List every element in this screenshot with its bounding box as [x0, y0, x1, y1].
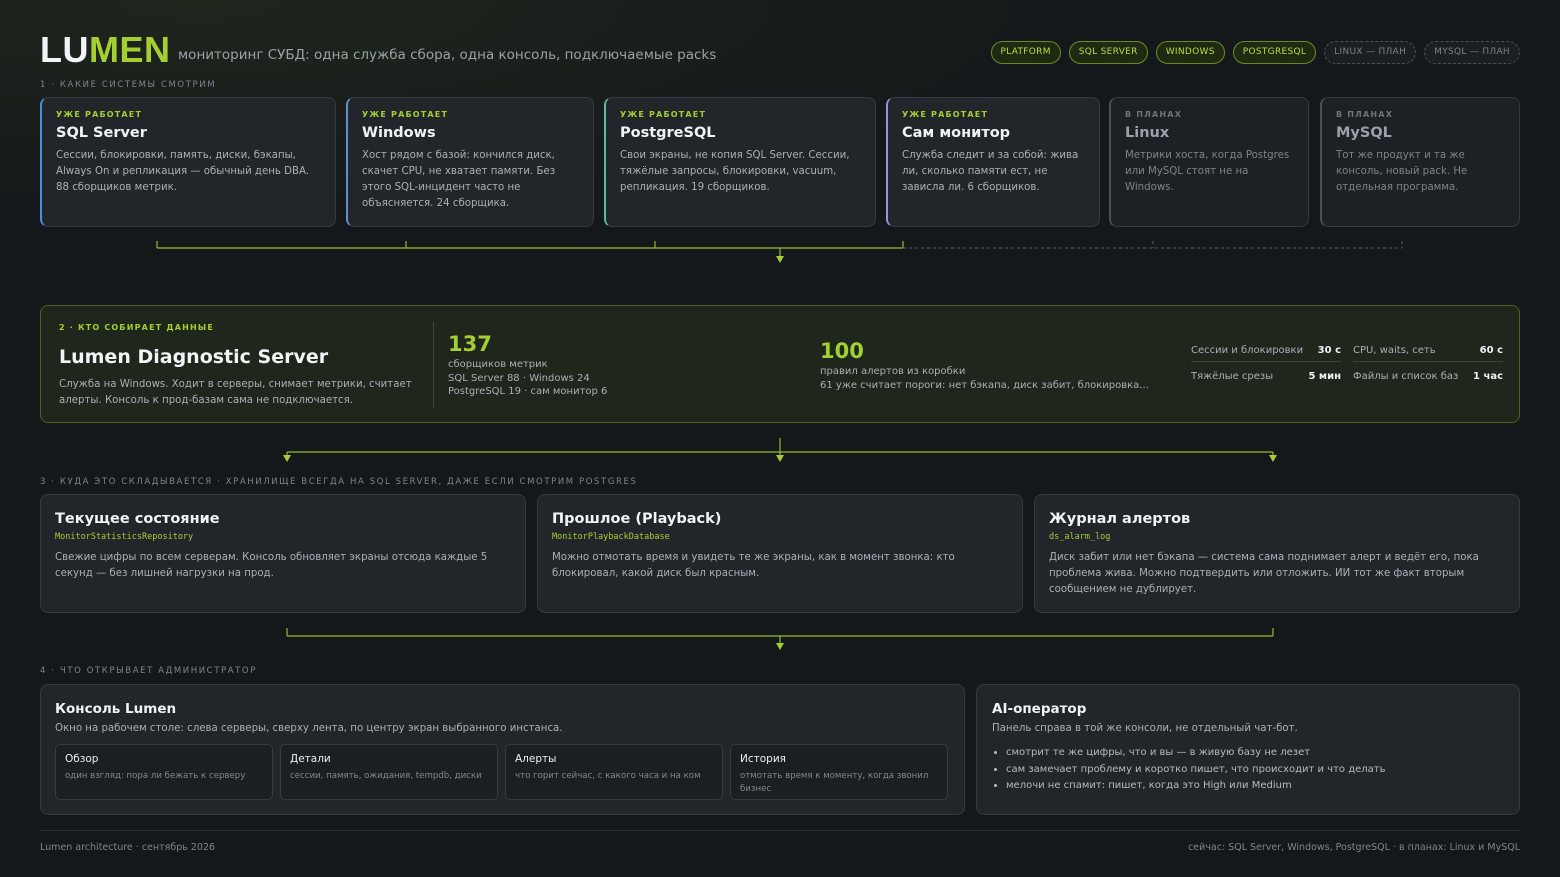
- card-title: Linux: [1125, 125, 1170, 141]
- storage-code: ds_alarm_log: [1049, 532, 1111, 542]
- alert-rules-detail: 61 уже считает пороги: нет бэкапа, диск …: [820, 379, 1149, 391]
- interval-item: Сессии и блокировки 30 с: [1191, 345, 1341, 362]
- chip-windows: WINDOWS: [1155, 41, 1225, 64]
- collector-title: Lumen Diagnostic Server: [59, 346, 329, 368]
- section-4-label: 4 · что открывает администратор: [40, 666, 257, 676]
- card-title: MySQL: [1336, 125, 1392, 141]
- section-1-label: 1 · какие системы смотрим: [40, 80, 217, 90]
- card-desc: Служба следит и за собой: жива ли, сколь…: [902, 150, 1079, 193]
- storage-desc: Свежие цифры по всем серверам. Консоль о…: [55, 552, 488, 579]
- storage-code: MonitorPlaybackDatabase: [552, 532, 670, 542]
- view-history: История отмотать время к моменту, когда …: [730, 744, 948, 800]
- collectors-label: сборщиков метрик: [448, 359, 548, 370]
- card-tag: уже работает: [56, 110, 143, 119]
- card-title: PostgreSQL: [620, 125, 716, 141]
- console-desc: Окно на рабочем столе: слева серверы, св…: [55, 723, 563, 734]
- console-title: Консоль Lumen: [55, 701, 177, 717]
- interval-row: Тяжёлые срезы 5 мин Файлы и список баз 1 ч…: [1191, 365, 1503, 388]
- chip-sql-server: SQL SERVER: [1068, 41, 1148, 64]
- footer-divider: [40, 830, 1520, 831]
- card-tag: уже работает: [620, 110, 707, 119]
- storage-desc: Можно отмотать время и увидеть те же экр…: [552, 552, 955, 579]
- alert-rules-count: 100: [820, 339, 864, 363]
- storage-card-playback: Прошлое (Playback) MonitorPlaybackDataba…: [537, 494, 1023, 613]
- collectors-stat: 137 сборщиков метрик SQL Server 88 · Win…: [448, 332, 607, 399]
- interval-row: Сессии и блокировки 30 с CPU, waits, сеть…: [1191, 342, 1503, 365]
- collectors-breakdown-1: SQL Server 88 · Windows 24: [448, 372, 590, 384]
- system-card-mysql: в планах MySQL Тот же продукт и та же ко…: [1320, 97, 1520, 227]
- lumen-logo: LUMEN: [40, 30, 171, 70]
- logo-part-a: LU: [40, 29, 89, 70]
- storage-card-alarm-log: Журнал алертов ds_alarm_log Диск забит и…: [1034, 494, 1520, 613]
- card-desc: Сессии, блокировки, память, диски, бэкап…: [56, 150, 310, 193]
- collector-panel: 2 · кто собирает данные Lumen Diagnostic…: [40, 305, 1520, 423]
- footer-right: сейчас: SQL Server, Windows, PostgreSQL …: [1188, 842, 1520, 853]
- ai-points: смотрит те же цифры, что и вы — в живую …: [992, 745, 1504, 795]
- storage-title: Журнал алертов: [1049, 511, 1191, 527]
- storage-code: MonitorStatisticsRepository: [55, 532, 194, 542]
- card-title: Сам монитор: [902, 125, 1011, 141]
- storage-title: Текущее состояние: [55, 511, 220, 527]
- card-title: SQL Server: [56, 125, 147, 141]
- card-tag: в планах: [1125, 110, 1183, 119]
- section-3-label: 3 · куда это складывается · хранилище вс…: [40, 477, 638, 487]
- chip-postgresql: POSTGRESQL: [1232, 41, 1317, 64]
- storage-title: Прошлое (Playback): [552, 511, 722, 527]
- card-desc: Свои экраны, не копия SQL Server. Сессии…: [620, 150, 850, 193]
- system-card-sql-server: уже работает SQL Server Сессии, блокиров…: [40, 97, 336, 227]
- system-card-postgresql: уже работает PostgreSQL Свои экраны, не …: [604, 97, 876, 227]
- card-desc: Метрики хоста, когда Postgres или MySQL …: [1125, 150, 1290, 193]
- interval-item: Тяжёлые срезы 5 мин: [1191, 371, 1341, 382]
- ai-point: смотрит те же цифры, что и вы — в живую …: [1006, 745, 1504, 762]
- logo-part-b: MEN: [89, 29, 171, 70]
- section-2-label: 2 · кто собирает данные: [59, 323, 215, 332]
- alerts-stat: 100 правил алертов из коробки 61 уже счи…: [820, 339, 1149, 392]
- view-overview: Обзор один взгляд: пора ли бежать к серв…: [55, 744, 273, 800]
- card-tag: уже работает: [362, 110, 449, 119]
- console-views: Обзор один взгляд: пора ли бежать к серв…: [55, 744, 950, 800]
- interval-item: Файлы и список баз 1 час: [1353, 371, 1503, 382]
- storage-card-current: Текущее состояние MonitorStatisticsRepos…: [40, 494, 526, 613]
- ai-operator-panel: AI-оператор Панель справа в той же консо…: [976, 684, 1520, 815]
- storage-desc: Диск забит или нет бэкапа — система сама…: [1049, 552, 1479, 595]
- card-desc: Тот же продукт и та же консоль, новый pa…: [1336, 150, 1468, 193]
- footer-left: Lumen architecture · сентябрь 2026: [40, 842, 216, 853]
- system-card-linux: в планах Linux Метрики хоста, когда Post…: [1109, 97, 1309, 227]
- card-desc: Хост рядом с базой: кончился диск, скаче…: [362, 150, 556, 209]
- console-panel: Консоль Lumen Окно на рабочем столе: сле…: [40, 684, 965, 815]
- card-title: Windows: [362, 125, 436, 141]
- chip-mysql-plan: MYSQL — ПЛАН: [1424, 41, 1520, 64]
- interval-item: CPU, waits, сеть 60 с: [1353, 345, 1503, 362]
- alert-rules-label: правил алертов из коробки: [820, 366, 966, 377]
- collector-desc: Служба на Windows. Ходит в серверы, сним…: [59, 379, 412, 406]
- chip-platform: PLATFORM: [990, 41, 1061, 64]
- collection-intervals: Сессии и блокировки 30 с CPU, waits, сеть…: [1191, 342, 1503, 388]
- pack-chips: PLATFORM SQL SERVER WINDOWS POSTGRESQL L…: [990, 41, 1520, 64]
- system-card-windows: уже работает Windows Хост рядом с базой:…: [346, 97, 594, 227]
- system-card-self-monitor: уже работает Сам монитор Служба следит и…: [886, 97, 1100, 227]
- view-details: Детали сессии, память, ожидания, tempdb,…: [280, 744, 498, 800]
- collectors-breakdown-2: PostgreSQL 19 · сам монитор 6: [448, 386, 608, 397]
- collector-divider: [433, 322, 434, 408]
- ai-point: сам замечает проблему и коротко пишет, ч…: [1006, 762, 1504, 779]
- ai-desc: Панель справа в той же консоли, не отдел…: [992, 723, 1298, 734]
- card-tag: уже работает: [902, 110, 989, 119]
- tagline: мониторинг СУБД: одна служба сбора, одна…: [178, 47, 717, 63]
- ai-title: AI-оператор: [992, 701, 1087, 717]
- card-tag: в планах: [1336, 110, 1394, 119]
- ai-point: мелочи не спамит: пишет, когда это High …: [1006, 778, 1504, 795]
- view-alerts: Алерты что горит сейчас, с какого часа и…: [505, 744, 723, 800]
- chip-linux-plan: LINUX — ПЛАН: [1324, 41, 1417, 64]
- collectors-count: 137: [448, 332, 492, 356]
